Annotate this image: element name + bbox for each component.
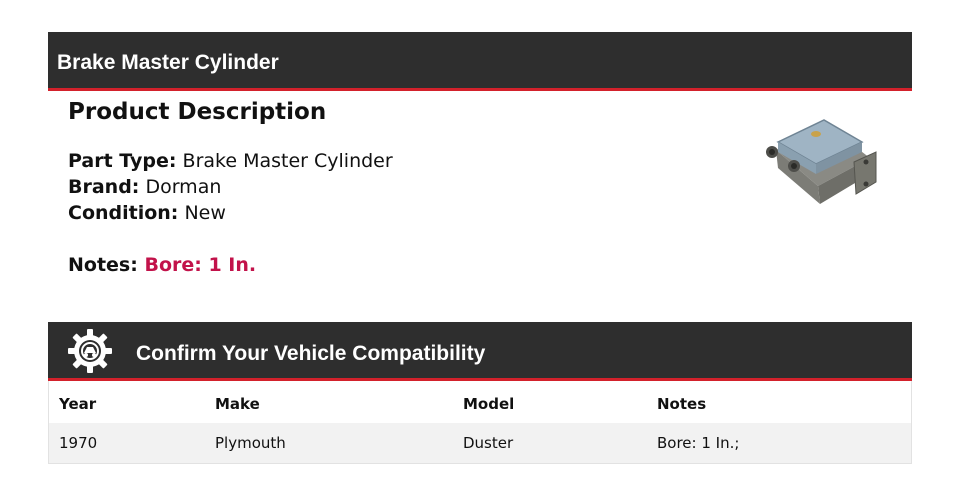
compatibility-title: Confirm Your Vehicle Compatibility (136, 342, 486, 365)
spec-label: Part Type: (68, 150, 177, 172)
compatibility-bar: Confirm Your Vehicle Compatibility (48, 322, 912, 381)
cell-notes: Bore: 1 In.; (657, 434, 740, 452)
notes-label: Notes: (68, 254, 138, 276)
spec-value: New (184, 202, 226, 224)
cell-model: Duster (463, 434, 514, 452)
spec-label: Brand: (68, 176, 140, 198)
spec-part-type: Part Type: Brake Master Cylinder (68, 148, 728, 174)
table-row: 1970 Plymouth Duster Bore: 1 In.; (49, 423, 911, 463)
notes-value: Bore: 1 In. (144, 254, 257, 276)
product-title: Brake Master Cylinder (57, 51, 279, 74)
notes-line: Notes: Bore: 1 In. (68, 252, 728, 278)
brake-master-cylinder-image[interactable] (758, 112, 878, 208)
spec-brand: Brand: Dorman (68, 174, 728, 200)
column-header-year: Year (59, 395, 97, 413)
description-heading: Product Description (68, 99, 327, 125)
spec-value: Brake Master Cylinder (182, 150, 393, 172)
spec-list: Part Type: Brake Master Cylinder Brand: … (68, 148, 728, 226)
compatibility-table: Year Make Model Notes 1970 Plymouth Dust… (48, 381, 912, 464)
table-header-row: Year Make Model Notes (49, 381, 911, 423)
column-header-make: Make (215, 395, 260, 413)
spec-label: Condition: (68, 202, 179, 224)
product-description: Product Description Part Type: Brake Mas… (68, 96, 728, 278)
column-header-model: Model (463, 395, 515, 413)
column-header-notes: Notes (657, 395, 707, 413)
cell-make: Plymouth (215, 434, 286, 452)
gear-vehicle-icon (68, 329, 112, 373)
cell-year: 1970 (59, 434, 98, 452)
product-title-bar: Brake Master Cylinder (48, 32, 912, 91)
spec-condition: Condition: New (68, 200, 728, 226)
spec-value: Dorman (145, 176, 222, 198)
